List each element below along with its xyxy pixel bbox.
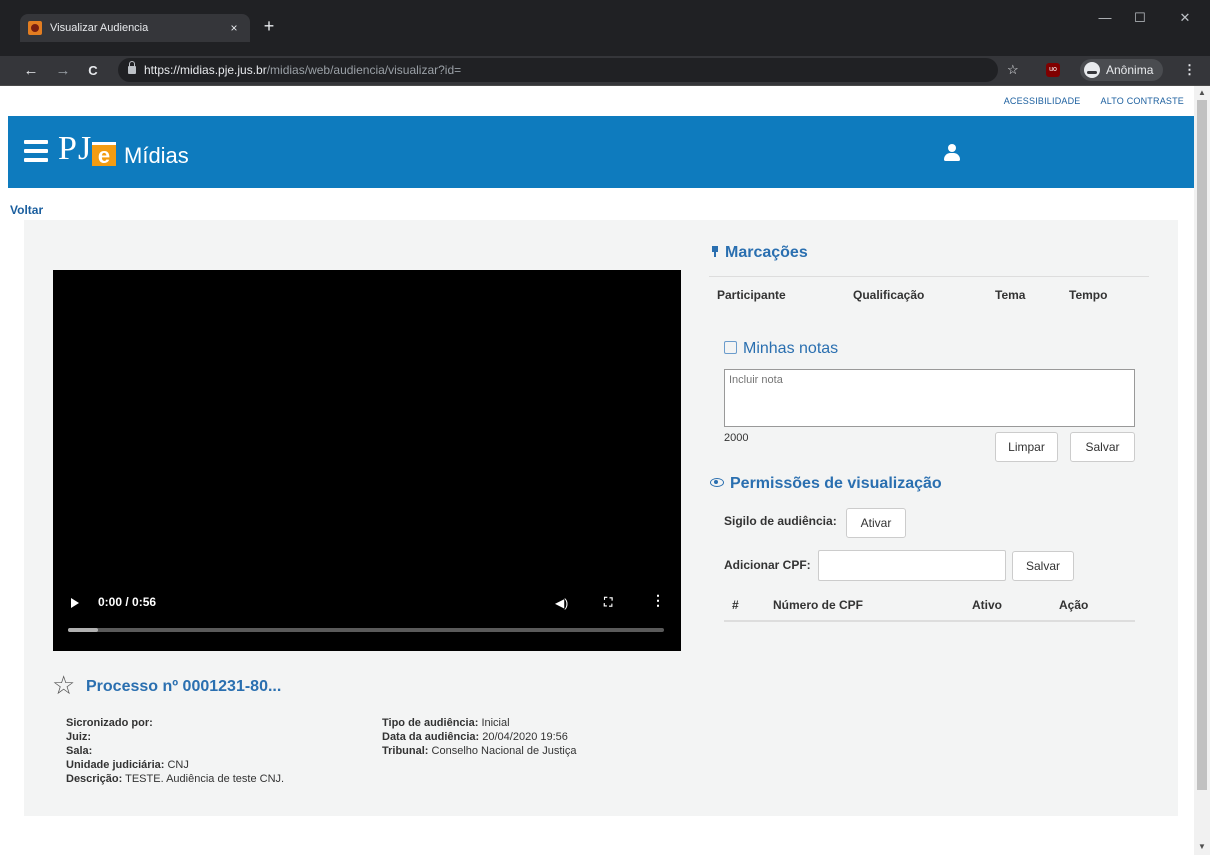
logo-letter-e: e: [92, 142, 116, 167]
maximize-icon[interactable]: ☐: [1125, 10, 1155, 26]
info-row: Tipo de audiência: Inicial: [382, 717, 510, 729]
tab-close-icon[interactable]: ×: [226, 21, 242, 35]
eye-icon: [710, 478, 724, 487]
info-row: Sala:: [66, 745, 93, 757]
browser-toolbar: ← → C https://midias.pje.jus.br/midias/w…: [0, 56, 1210, 86]
notes-textarea[interactable]: [724, 369, 1135, 427]
lock-icon: [128, 61, 136, 74]
cpf-input[interactable]: [818, 550, 1006, 581]
info-row: Juiz:: [66, 731, 92, 743]
info-row: Tribunal: Conselho Nacional de Justiça: [382, 745, 577, 757]
column-header: Tema: [995, 288, 1026, 302]
incognito-label: Anônima: [1106, 63, 1154, 77]
favicon-icon: [28, 21, 42, 35]
process-info-left: Sicronizado por: Juiz: Sala: Unidade jud…: [66, 716, 284, 786]
accessibility-bar: ACESSIBILIDADE ALTO CONTRASTE: [8, 86, 1194, 116]
info-row: Descrição: TESTE. Audiência de teste CNJ…: [66, 773, 285, 785]
notes-title: Minhas notas: [724, 340, 838, 358]
process-info-right: Tipo de audiência: Inicial Data da audiê…: [382, 716, 576, 758]
forward-icon[interactable]: →: [52, 61, 74, 81]
scroll-up-icon[interactable]: ▲: [1194, 88, 1210, 97]
tab-title: Visualizar Audiencia: [50, 22, 149, 34]
user-icon[interactable]: [944, 144, 960, 162]
permissions-title: Permissões de visualização: [710, 475, 942, 493]
hamburger-menu-icon[interactable]: [24, 140, 48, 162]
scroll-down-icon[interactable]: ▼: [1194, 842, 1210, 851]
new-tab-button[interactable]: +: [258, 16, 280, 37]
video-more-icon[interactable]: ⋮: [651, 592, 665, 609]
url-host: https://midias.pje.jus.br: [144, 63, 267, 77]
back-link[interactable]: Voltar: [10, 203, 43, 217]
cpf-label: Adicionar CPF:: [724, 558, 811, 572]
page-scrollbar[interactable]: ▲ ▼: [1194, 86, 1210, 855]
app-name: Mídias: [124, 143, 189, 168]
page-viewport: ACESSIBILIDADE ALTO CONTRASTE P J e Mídi…: [8, 86, 1194, 855]
video-progress-fill: [68, 628, 98, 632]
marcacoes-title: Marcações: [710, 244, 808, 262]
back-icon[interactable]: ←: [20, 61, 42, 81]
video-progress-bar[interactable]: [68, 628, 664, 632]
column-header: Qualificação: [853, 288, 925, 302]
pin-icon: [710, 246, 720, 257]
column-header: Ação: [1059, 598, 1089, 612]
high-contrast-link[interactable]: ALTO CONTRASTE: [1101, 96, 1184, 106]
reload-icon[interactable]: C: [82, 61, 104, 81]
save-notes-button[interactable]: Salvar: [1070, 432, 1135, 462]
column-header: Ativo: [972, 598, 1002, 612]
cpf-table-header: # Número de CPF Ativo Ação: [724, 596, 1135, 622]
browser-menu-icon[interactable]: ⋮: [1183, 62, 1196, 78]
favorite-star-icon[interactable]: ☆: [52, 672, 75, 698]
process-title: Processo nº 0001231-80...: [86, 678, 282, 695]
address-bar[interactable]: https://midias.pje.jus.br/midias/web/aud…: [118, 58, 998, 82]
browser-tab[interactable]: Visualizar Audiencia ×: [20, 14, 250, 42]
marcacoes-table-header: Participante Qualificação Tema Tempo: [709, 276, 1149, 312]
info-row: Data da audiência: 20/04/2020 19:56: [382, 731, 568, 743]
clear-notes-button[interactable]: Limpar: [995, 432, 1058, 462]
incognito-badge[interactable]: Anônima: [1080, 59, 1164, 81]
save-cpf-button[interactable]: Salvar: [1012, 551, 1074, 581]
ublock-extension-icon[interactable]: uo: [1046, 63, 1060, 77]
fullscreen-icon[interactable]: ⛶: [604, 595, 612, 610]
info-row: Unidade judiciária: CNJ: [66, 759, 189, 771]
column-header: Tempo: [1069, 288, 1108, 302]
play-icon[interactable]: [71, 598, 79, 608]
video-player[interactable]: 0:00 / 0:56 ◀) ⛶ ⋮: [53, 270, 681, 651]
minimize-icon[interactable]: —: [1090, 10, 1120, 25]
video-time: 0:00 / 0:56: [98, 595, 157, 609]
accessibility-link[interactable]: ACESSIBILIDADE: [1004, 96, 1081, 106]
incognito-icon: [1084, 62, 1100, 78]
activate-secrecy-button[interactable]: Ativar: [846, 508, 906, 538]
column-header: Número de CPF: [773, 598, 864, 612]
edit-icon: [724, 341, 737, 354]
logo-letter-p: P: [58, 130, 77, 167]
sigilo-label: Sigilo de audiência:: [724, 514, 837, 528]
browser-titlebar: Visualizar Audiencia × + — ☐ ✕: [0, 0, 1210, 56]
notes-char-count: 2000: [724, 432, 749, 444]
logo-letter-j: J: [78, 130, 92, 167]
volume-icon[interactable]: ◀): [555, 596, 568, 610]
url-path: /midias/web/audiencia/visualizar?id=: [266, 63, 462, 77]
app-header: P J e Mídias: [8, 116, 1194, 188]
window-close-icon[interactable]: ✕: [1170, 10, 1200, 26]
info-row: Sicronizado por:: [66, 717, 153, 729]
bookmark-star-icon[interactable]: ☆: [1007, 62, 1019, 78]
scrollbar-thumb[interactable]: [1197, 100, 1207, 790]
column-header: Participante: [717, 288, 786, 302]
column-header: #: [732, 598, 739, 612]
